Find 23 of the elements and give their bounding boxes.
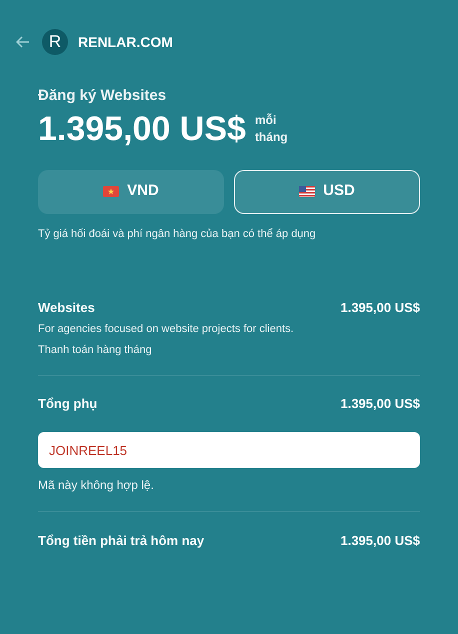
row-label: Tổng tiền phải trả hôm nay	[38, 532, 204, 550]
period-text: tháng	[254, 128, 288, 146]
error-message: Mã này không hợp lệ.	[38, 477, 155, 494]
amount: 1.395,00 US$	[340, 299, 420, 317]
back-button[interactable]	[16, 34, 32, 50]
item-description: For agencies focused on website projects for clients.	[38, 322, 295, 336]
amount: 1.395,00 US$	[340, 532, 420, 550]
brand-name: RENLAR.COM	[78, 32, 173, 52]
promo-code-field[interactable]: JOINREEL15	[38, 432, 420, 468]
back-arrow-icon	[16, 36, 30, 48]
period-text: mỗi	[254, 112, 278, 128]
billing-note: Thanh toán hàng tháng	[38, 343, 153, 358]
currency-toggle[interactable]: VND	[38, 170, 224, 214]
plan-title: Đăng ký Websites	[38, 86, 168, 106]
logo-icon: R	[42, 29, 68, 55]
currency-toggle[interactable]: USD	[234, 170, 420, 214]
price: 1.395,00 US$	[38, 108, 246, 148]
row-label: Websites	[38, 299, 95, 317]
row-label: Tổng phụ	[38, 394, 98, 413]
exchange-note: Tỷ giá hối đoái và phí ngân hàng của bạn có thể áp dụng	[38, 226, 317, 242]
flag-icon	[299, 186, 316, 197]
flag-icon	[103, 186, 120, 197]
amount: 1.395,00 US$	[340, 394, 420, 412]
